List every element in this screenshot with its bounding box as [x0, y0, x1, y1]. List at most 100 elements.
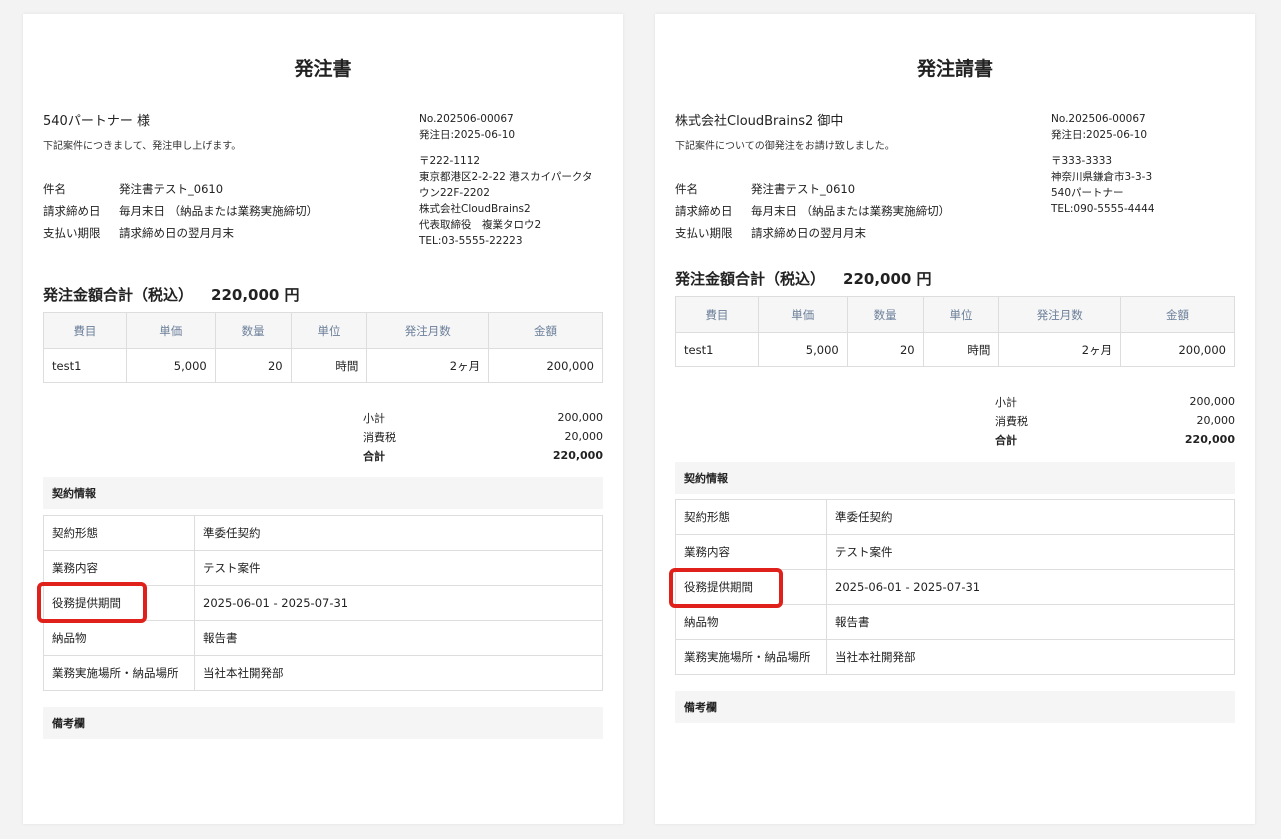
table-row: 納品物 報告書	[675, 604, 1235, 640]
sender-info: No.202506-00067 発注日:2025-06-10 〒222-1112…	[419, 111, 603, 249]
contract-value: 報告書	[826, 604, 1235, 640]
months: 2ヶ月	[366, 348, 490, 383]
purchase-order-document: 発注書 540パートナー 様 下記案件につきまして、発注申し上げます。 件名発注…	[23, 14, 623, 824]
contract-section-title: 契約情報	[43, 477, 603, 509]
total-label: 発注金額合計（税込）	[43, 286, 194, 304]
amount: 200,000	[488, 348, 603, 383]
document-number: No.202506-00067	[419, 113, 514, 125]
tax-label: 消費税	[995, 414, 1028, 428]
quantity: 20	[846, 332, 924, 367]
grand-total-value: 220,000	[1184, 433, 1235, 446]
table-row: 業務内容 テスト案件	[675, 534, 1235, 570]
quantity: 20	[214, 348, 292, 383]
recipient-name: 540パートナー 様	[43, 114, 150, 129]
meta-value: 請求締め日の翌月月末	[751, 226, 866, 240]
order-date: 発注日:2025-06-10	[419, 129, 516, 141]
line-items-table: 費目 単価 数量 単位 発注月数 金額 test1 5,000 20 時間 2ヶ…	[43, 312, 603, 383]
order-meta: 件名 発注書テスト_0610 請求締め日 毎月末日 （納品または業務実施締切） 支払…	[43, 178, 318, 244]
contract-label: 納品物	[675, 604, 827, 640]
phone-number: TEL:090-5555-4444	[1051, 203, 1155, 215]
table-row: test1 5,000 20 時間 2ヶ月 200,000	[43, 348, 603, 383]
subtotal-value: 200,000	[1189, 395, 1236, 408]
meta-label: 支払い期限	[675, 226, 733, 240]
tax-label: 消費税	[363, 430, 396, 444]
order-total: 発注金額合計（税込） 220,000 円	[43, 284, 300, 305]
contract-value: 当社本社開発部	[194, 655, 603, 691]
sum-block: 小計 200,000 消費税 20,000 合計 220,000	[995, 392, 1235, 449]
tax-value: 20,000	[564, 430, 604, 443]
contract-label: 業務内容	[43, 550, 195, 586]
intro-text: 下記案件につきまして、発注申し上げます。	[43, 141, 242, 152]
highlight-box	[37, 582, 147, 623]
tax-value: 20,000	[1196, 414, 1236, 427]
table-row: 契約形態 準委任契約	[43, 515, 603, 551]
table-header-row: 費目 単価 数量 単位 発注月数 金額	[43, 312, 603, 349]
meta-label: 請求締め日	[43, 204, 101, 218]
contract-section-title: 契約情報	[675, 462, 1235, 494]
column-header: 金額	[488, 312, 603, 349]
address-line: ウン22F-2202	[419, 187, 490, 199]
table-row: 業務内容 テスト案件	[43, 550, 603, 586]
table-row: 納品物 報告書	[43, 620, 603, 656]
column-header: 単位	[290, 312, 368, 349]
representative: 代表取締役 複業タロウ2	[419, 219, 542, 231]
document-title: 発注書	[294, 58, 352, 80]
unit: 時間	[290, 348, 368, 383]
sum-block: 小計 200,000 消費税 20,000 合計 220,000	[363, 408, 603, 465]
column-header: 発注月数	[366, 312, 490, 349]
column-header: 数量	[214, 312, 292, 349]
total-label: 発注金額合計（税込）	[675, 270, 826, 288]
contract-label: 業務実施場所・納品場所	[43, 655, 195, 691]
total-amount: 220,000 円	[843, 270, 932, 288]
order-date: 発注日:2025-06-10	[1051, 129, 1148, 141]
grand-total-value: 220,000	[552, 449, 603, 462]
remarks-section-title: 備考欄	[675, 691, 1235, 723]
contract-value: 準委任契約	[194, 515, 603, 551]
contract-label: 契約形態	[675, 499, 827, 535]
column-header: 金額	[1120, 296, 1235, 333]
column-header: 数量	[846, 296, 924, 333]
unit: 時間	[922, 332, 1000, 367]
subtotal-label: 小計	[995, 395, 1017, 409]
meta-label: 支払い期限	[43, 226, 101, 240]
table-row: 業務実施場所・納品場所 当社本社開発部	[43, 655, 603, 691]
meta-label: 件名	[43, 182, 66, 196]
column-header: 費目	[43, 312, 127, 349]
contract-value: テスト案件	[194, 550, 603, 586]
document-title: 発注請書	[916, 58, 993, 80]
address-line: 東京都港区2-2-22 港スカイパークタ	[419, 171, 593, 183]
table-row: 業務実施場所・納品場所 当社本社開発部	[675, 639, 1235, 675]
meta-value: 請求締め日の翌月月末	[119, 226, 234, 240]
postal-code: 〒333-3333	[1051, 155, 1113, 167]
table-row: 契約形態 準委任契約	[675, 499, 1235, 535]
contract-value: 報告書	[194, 620, 603, 656]
column-header: 単位	[922, 296, 1000, 333]
contract-label: 契約形態	[43, 515, 195, 551]
meta-value: 毎月末日 （納品または業務実施締切）	[119, 204, 319, 218]
grand-total-label: 合計	[995, 433, 1017, 447]
highlight-box	[669, 568, 783, 608]
months: 2ヶ月	[998, 332, 1122, 367]
contract-label: 業務実施場所・納品場所	[675, 639, 827, 675]
intro-text: 下記案件についての御発注をお請け致しました。	[675, 141, 895, 152]
item-name: test1	[43, 348, 127, 383]
contract-value: 当社本社開発部	[826, 639, 1235, 675]
grand-total-label: 合計	[363, 449, 385, 463]
contract-value: 2025-06-01 - 2025-07-31	[826, 569, 1235, 605]
meta-value: 毎月末日 （納品または業務実施締切）	[751, 204, 951, 218]
total-amount: 220,000 円	[211, 286, 300, 304]
company-name: 540パートナー	[1051, 187, 1124, 199]
address-line: 神奈川県鎌倉市3-3-3	[1051, 171, 1153, 183]
order-meta: 件名 発注書テスト_0610 請求締め日 毎月末日 （納品または業務実施締切） 支払…	[675, 178, 950, 244]
contract-label: 業務内容	[675, 534, 827, 570]
phone-number: TEL:03-5555-22223	[419, 235, 523, 247]
unit-price: 5,000	[125, 348, 216, 383]
subtotal-value: 200,000	[557, 411, 604, 424]
meta-label: 件名	[675, 182, 698, 196]
order-acceptance-document: 発注請書 株式会社CloudBrains2 御中 下記案件についての御発注をお請…	[655, 14, 1255, 824]
contract-value: テスト案件	[826, 534, 1235, 570]
table-header-row: 費目 単価 数量 単位 発注月数 金額	[675, 296, 1235, 333]
postal-code: 〒222-1112	[419, 155, 481, 167]
sender-info: No.202506-00067 発注日:2025-06-10 〒333-3333…	[1051, 111, 1235, 217]
document-number: No.202506-00067	[1051, 113, 1146, 125]
